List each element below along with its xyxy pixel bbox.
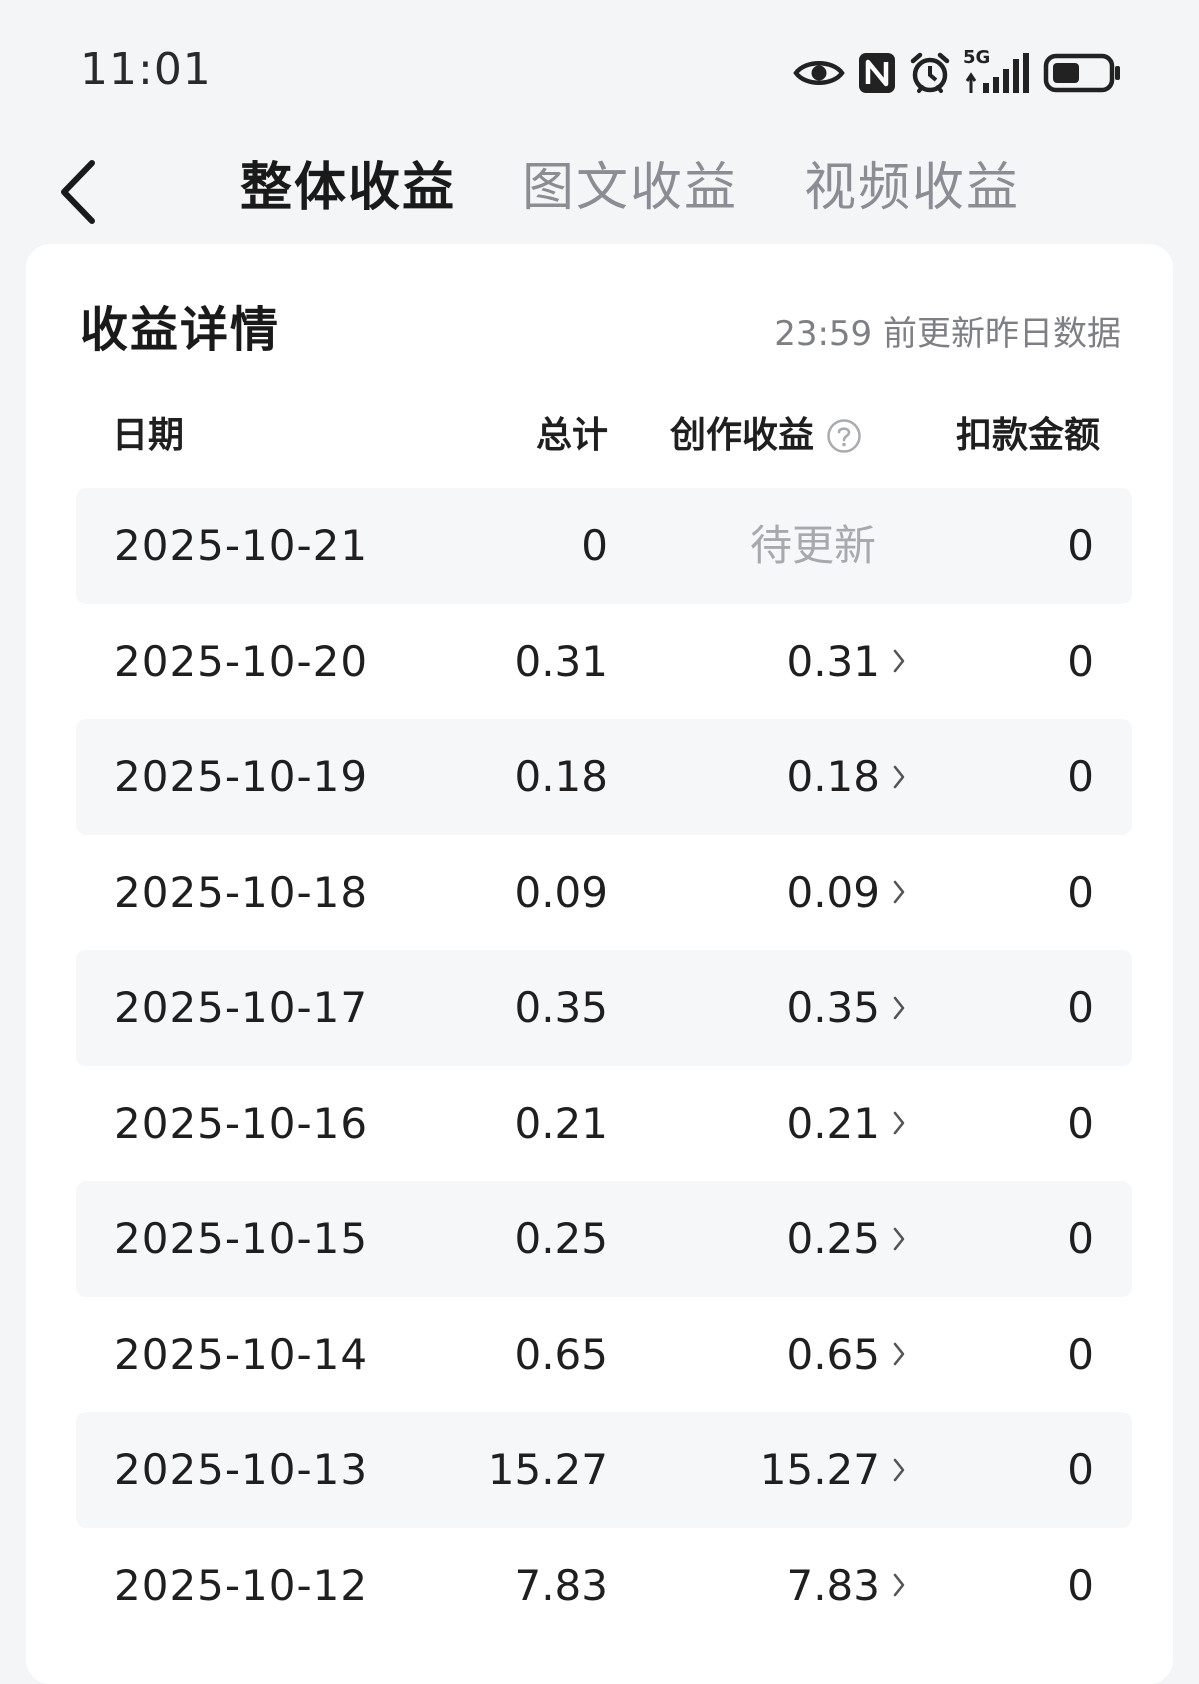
alarm-icon (909, 51, 951, 95)
update-note: 23:59 前更新昨日数据 (774, 314, 1121, 354)
row-creation-link[interactable]: 0.09 (786, 835, 906, 950)
row-creation-link[interactable]: 0.25 (786, 1181, 906, 1296)
column-header-date: 日期 (112, 415, 185, 456)
row-creation-pending: 待更新 (749, 521, 876, 570)
row-date: 2025-10-20 (114, 636, 369, 686)
row-deduction: 0 (1067, 636, 1094, 686)
back-button[interactable] (48, 154, 108, 234)
row-date: 2025-10-19 (114, 752, 369, 801)
table-header: 日期 总计 创作收益 扣款金额 (76, 384, 1132, 488)
row-deduction: 0 (1067, 752, 1094, 801)
row-total: 15.27 (487, 1445, 608, 1494)
row-date: 2025-10-12 (114, 1560, 369, 1610)
nfc-icon (857, 51, 897, 95)
signal-icon: 5G (963, 47, 1031, 95)
network-label: 5G (963, 47, 991, 68)
chevron-left-icon (58, 159, 98, 229)
row-total: 0.35 (514, 983, 608, 1032)
table-row: 2025-10-17 0.35 0.35 0 (76, 950, 1132, 1066)
tab-image-text-earnings[interactable]: 图文收益 (522, 148, 738, 228)
chevron-right-icon (892, 1341, 906, 1367)
table-row: 2025-10-21 0 待更新 0 (76, 488, 1132, 604)
row-total: 0.09 (514, 867, 608, 917)
row-total: 0.31 (514, 636, 608, 686)
row-creation-value: 0.35 (786, 983, 880, 1032)
row-creation-value: 0.21 (786, 1098, 880, 1148)
tab-bar: 整体收益 图文收益 视频收益 (240, 148, 1020, 228)
chevron-right-icon (892, 1572, 906, 1598)
table-row: 2025-10-19 0.18 0.18 0 (76, 719, 1132, 835)
table-body: 2025-10-21 0 待更新 0 2025-10-20 0.31 0.31 … (76, 488, 1132, 1643)
chevron-right-icon (892, 1226, 906, 1252)
earnings-table: 日期 总计 创作收益 扣款金额 2025-10-21 0 待更新 0 2025-… (76, 384, 1132, 1643)
row-deduction: 0 (1067, 1445, 1094, 1494)
help-icon[interactable] (826, 418, 862, 454)
table-row: 2025-10-16 0.21 0.21 0 (76, 1066, 1132, 1182)
row-creation-link[interactable]: 15.27 (760, 1412, 906, 1527)
row-deduction: 0 (1067, 867, 1094, 917)
chevron-right-icon (892, 1110, 906, 1136)
row-deduction: 0 (1067, 1329, 1094, 1379)
chevron-right-icon (892, 764, 906, 790)
table-row: 2025-10-15 0.25 0.25 0 (76, 1181, 1132, 1297)
row-creation-value: 0.65 (786, 1329, 880, 1379)
row-deduction: 0 (1067, 521, 1094, 570)
row-creation-link[interactable]: 0.18 (786, 719, 906, 834)
chevron-right-icon (892, 1457, 906, 1483)
row-creation-link[interactable]: 0.35 (786, 950, 906, 1065)
column-header-deduction: 扣款金额 (955, 415, 1100, 456)
column-header-creation-label: 创作收益 (670, 415, 815, 456)
tab-video-earnings[interactable]: 视频收益 (804, 148, 1020, 228)
tab-overall-earnings[interactable]: 整体收益 (240, 148, 456, 228)
row-creation-value: 15.27 (759, 1445, 880, 1494)
row-deduction: 0 (1067, 1214, 1094, 1263)
row-deduction: 0 (1067, 1560, 1094, 1610)
row-date: 2025-10-15 (114, 1214, 369, 1263)
table-row: 2025-10-20 0.31 0.31 0 (76, 604, 1132, 720)
row-date: 2025-10-17 (114, 983, 369, 1032)
table-row: 2025-10-14 0.65 0.65 0 (76, 1297, 1132, 1413)
row-creation-value: 0.25 (786, 1214, 880, 1263)
status-bar: 11:01 5G (0, 0, 1199, 140)
row-date: 2025-10-16 (114, 1098, 369, 1148)
column-header-total: 总计 (535, 415, 608, 456)
eye-icon (793, 56, 845, 90)
chevron-right-icon (892, 879, 906, 905)
row-total: 0.21 (514, 1098, 608, 1148)
row-creation-link[interactable]: 0.31 (786, 604, 906, 719)
row-creation-link[interactable]: 7.83 (786, 1528, 906, 1643)
row-date: 2025-10-18 (114, 867, 369, 917)
row-creation-value: 7.83 (786, 1560, 880, 1610)
row-total: 0.25 (514, 1214, 608, 1263)
row-total: 0 (581, 521, 608, 570)
row-date: 2025-10-14 (114, 1329, 369, 1379)
status-icons: 5G (793, 46, 1123, 100)
row-total: 0.18 (514, 752, 608, 801)
card-title: 收益详情 (80, 302, 281, 358)
table-row: 2025-10-18 0.09 0.09 0 (76, 835, 1132, 951)
row-creation-link[interactable]: 0.65 (786, 1297, 906, 1412)
table-row: 2025-10-12 7.83 7.83 0 (76, 1528, 1132, 1644)
row-date: 2025-10-21 (114, 521, 369, 570)
table-row: 2025-10-13 15.27 15.27 0 (76, 1412, 1132, 1528)
row-creation-value: 0.31 (786, 636, 880, 686)
row-date: 2025-10-13 (114, 1445, 369, 1494)
chevron-right-icon (892, 648, 906, 674)
row-creation-link[interactable]: 0.21 (786, 1066, 906, 1181)
row-creation-value: 0.09 (786, 867, 880, 917)
status-time: 11:01 (80, 44, 212, 95)
battery-icon (1043, 53, 1123, 93)
row-creation-value: 0.18 (786, 752, 880, 801)
row-deduction: 0 (1067, 983, 1094, 1032)
row-total: 7.83 (514, 1560, 608, 1610)
header: 整体收益 图文收益 视频收益 (0, 130, 1199, 240)
column-header-creation: 创作收益 (670, 384, 862, 488)
chevron-right-icon (892, 995, 906, 1021)
row-deduction: 0 (1067, 1098, 1094, 1148)
row-total: 0.65 (514, 1329, 608, 1379)
earnings-detail-card: 收益详情 23:59 前更新昨日数据 日期 总计 创作收益 扣款金额 2025-… (26, 244, 1173, 1684)
